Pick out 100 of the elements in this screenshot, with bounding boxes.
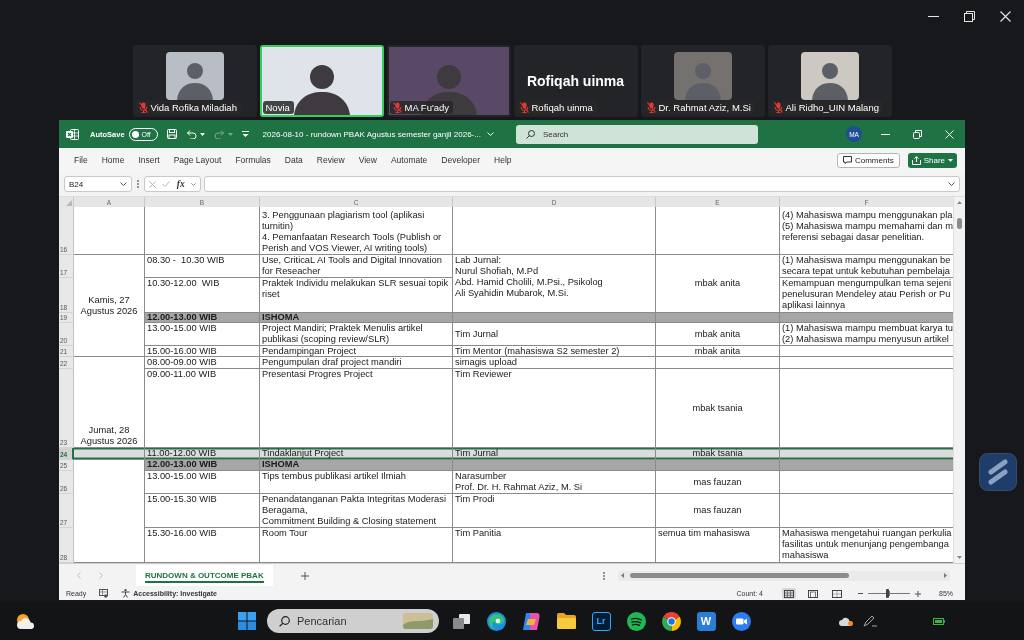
muted-mic-icon[interactable] — [773, 102, 783, 113]
participant-name: Vida Rofika Miladiah — [150, 102, 237, 113]
save-icon[interactable] — [166, 129, 177, 139]
four-squares-icon[interactable] — [238, 612, 256, 630]
muted-mic-icon[interactable] — [646, 102, 656, 113]
formula-input[interactable] — [204, 176, 960, 192]
table-cell: mbak tsania — [656, 448, 780, 460]
participant-name: Dr. Rahmat Aziz, M.Si — [658, 102, 751, 113]
menu-tab[interactable]: View — [358, 155, 377, 165]
expand-chevron-icon[interactable] — [948, 182, 955, 186]
check-icon[interactable] — [162, 181, 171, 187]
comments-button[interactable]: Comments — [836, 152, 900, 168]
caret-icon[interactable] — [199, 132, 205, 136]
table-cell: Pendampingan Project — [260, 346, 453, 357]
undo-icon[interactable] — [185, 129, 197, 139]
search-icon — [279, 615, 290, 627]
table-cell: 12.00-13.00 WIB — [145, 313, 260, 323]
table-cell: Tips tembus publikasi artikel Ilmiah — [260, 471, 453, 494]
ribbon-logo-icon[interactable] — [521, 611, 541, 631]
insert-function-button[interactable]: fx — [176, 179, 185, 189]
menu-tab[interactable]: Data — [284, 155, 303, 165]
view-button[interactable] — [806, 588, 820, 599]
app-tile-button[interactable]: Lr — [591, 611, 611, 631]
table-cell: 08.00-09.00 WIB — [145, 357, 260, 369]
name-box[interactable]: B24 — [64, 176, 132, 192]
menu-tab[interactable]: File — [74, 155, 88, 165]
document-title[interactable]: 2026-08-10 - rundown PBAK Agustus semester ganjil 2026-... — [262, 129, 481, 139]
menu-tab[interactable]: Insert — [138, 155, 160, 165]
menu-tab[interactable]: Automate — [390, 155, 428, 165]
search-highlight-picture — [403, 613, 433, 629]
customize-toolbar-icon[interactable] — [241, 131, 249, 137]
table-cell: Tindaklanjut Project — [260, 448, 453, 460]
table-cell: Tim Mentor (mahasiswa S2 semester 2) — [453, 346, 656, 357]
video-camera-icon[interactable] — [731, 611, 751, 631]
battery-icon[interactable] — [933, 617, 945, 625]
segmented-circle-icon[interactable] — [661, 611, 681, 631]
app-tile-button[interactable]: W — [696, 611, 716, 631]
table-cell: Narasumber Prof. Dr. H. Rahmat Aziz, M. Si — [453, 471, 656, 494]
swirl-circle-icon[interactable] — [486, 611, 506, 631]
muted-mic-icon[interactable] — [392, 102, 402, 113]
zoom-in-icon[interactable] — [915, 590, 921, 597]
accessibility-icon[interactable] — [121, 589, 131, 598]
slanted-bars-tile-icon[interactable] — [979, 453, 1017, 491]
restore-icon[interactable] — [963, 10, 975, 22]
slider-thumb[interactable] — [885, 589, 889, 598]
photo-placeholder — [673, 52, 732, 100]
comment-icon — [842, 156, 852, 164]
table-cell — [74, 448, 145, 460]
table-cell: Kamis, 27 Agustus 2026 — [74, 255, 145, 357]
sheet-tab[interactable]: RUNDOWN & OUTCOME PBAK — [136, 565, 273, 586]
share-button[interactable]: Share — [907, 152, 957, 168]
menu-tab[interactable]: Help — [494, 155, 512, 165]
menu-tab[interactable]: Formulas — [235, 155, 271, 165]
participant-name: Ali Ridho_UIN Malang — [785, 102, 879, 113]
participant-display-name: Rofiqah uinma — [526, 73, 625, 89]
table-cell: 12.00-13.00 WIB — [145, 460, 260, 471]
scroll-left-icon[interactable] — [621, 573, 624, 578]
cloud-icon[interactable] — [839, 616, 853, 626]
task-view-icon[interactable] — [452, 613, 470, 629]
table-cell: mbak anita — [656, 323, 780, 346]
weather-icon[interactable] — [15, 613, 35, 629]
scrollbar-thumb[interactable] — [630, 573, 849, 578]
pen-icon[interactable] — [863, 615, 877, 627]
horizontal-scrollbar[interactable] — [618, 570, 950, 581]
table-cell: Tim Prodi — [453, 494, 656, 528]
search-field[interactable]: Search — [515, 124, 758, 144]
page-break-icon — [832, 589, 842, 598]
minimize-icon[interactable] — [927, 15, 939, 17]
scrollbar-thumb[interactable] — [957, 218, 962, 229]
scroll-down-icon[interactable] — [957, 556, 962, 559]
close-icon[interactable] — [999, 10, 1011, 22]
vertical-scrollbar[interactable] — [953, 197, 965, 563]
caret-icon — [948, 158, 953, 162]
table-cell: Project Mandiri; Praktek Menulis artikel publikasi (scoping review/SLR) — [260, 323, 453, 346]
scroll-up-icon[interactable] — [957, 201, 962, 204]
spreadsheet-logo-icon — [66, 127, 79, 141]
participant-name: MA Fu'ady — [404, 102, 450, 113]
chevron-down-icon[interactable] — [191, 182, 196, 186]
macro-record-icon[interactable] — [99, 589, 109, 598]
table-cell: 15.00-16.00 WIB — [145, 346, 260, 357]
folder-icon[interactable] — [556, 613, 576, 629]
table-cell: 11.00-12.00 WIB — [145, 448, 260, 460]
menu-tab[interactable]: Page Layout — [173, 155, 222, 165]
table-cell: Pengumpulan draf project mandiri — [260, 357, 453, 369]
scroll-right-icon[interactable] — [944, 573, 947, 578]
sound-waves-icon[interactable] — [626, 611, 646, 631]
table-cell: mbak anita — [656, 346, 780, 357]
table-cell: mas fauzan — [656, 471, 780, 494]
muted-mic-icon[interactable] — [138, 102, 148, 113]
muted-mic-icon[interactable] — [519, 102, 529, 113]
grid-view-icon — [784, 589, 794, 598]
menu-tab[interactable]: Review — [316, 155, 345, 165]
table-cell: mas fauzan — [656, 494, 780, 528]
view-button[interactable] — [830, 588, 844, 599]
menu-tab[interactable]: Home — [101, 155, 125, 165]
table-cell: 15.00-15.30 WIB — [145, 494, 260, 528]
plus-icon[interactable] — [300, 571, 309, 580]
view-button[interactable] — [782, 588, 796, 599]
table-cell: ISHOMA — [260, 313, 453, 323]
menu-tab[interactable]: Developer — [441, 155, 481, 165]
